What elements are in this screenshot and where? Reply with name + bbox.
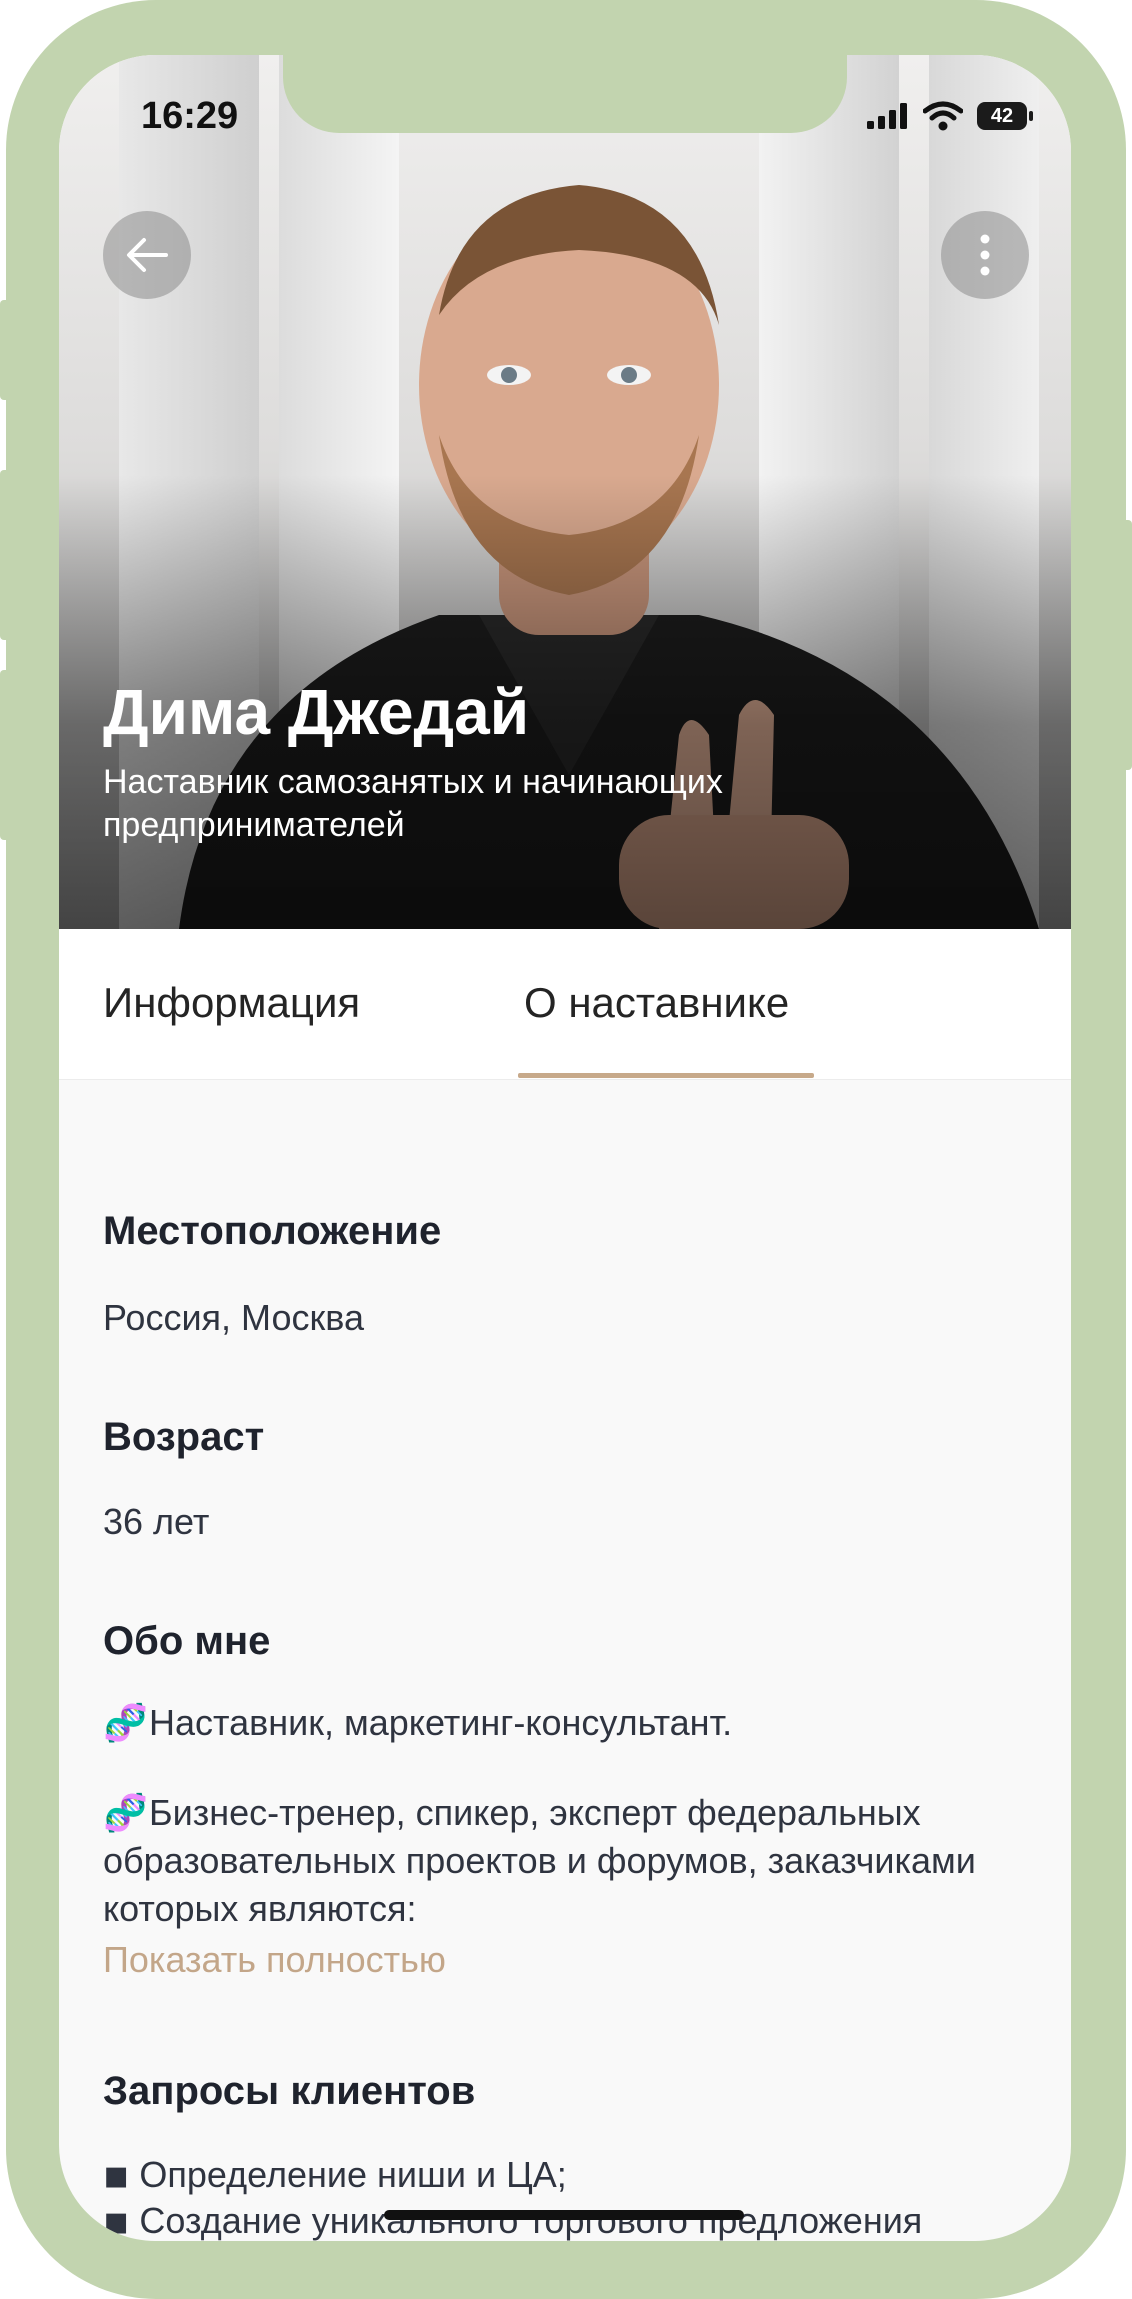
wifi-icon [923, 101, 963, 131]
client-request-item: ◾ Определение ниши и ЦА; [103, 2151, 1043, 2199]
age-title: Возраст [103, 1415, 265, 1459]
client-requests-title: Запросы клиентов [103, 2069, 476, 2113]
client-request-text: Создание уникального торгового предложен… [139, 2200, 923, 2241]
device-side-button [0, 670, 12, 840]
device-side-button [0, 470, 12, 640]
show-more-link[interactable]: Показать полностью [103, 1939, 446, 1981]
bullet-icon: ◾ [103, 2200, 130, 2241]
home-indicator [384, 2210, 744, 2220]
about-paragraph: 🧬Бизнес-тренер, спикер, эксперт федераль… [103, 1789, 1043, 1933]
back-button[interactable] [103, 211, 191, 299]
more-menu-button[interactable] [941, 211, 1029, 299]
battery-icon: 42 [977, 102, 1033, 130]
status-time: 16:29 [141, 95, 239, 137]
notch [283, 55, 847, 133]
location-value: Россия, Москва [103, 1297, 364, 1338]
device-side-button [0, 300, 12, 400]
arrow-left-icon [127, 238, 168, 272]
cellular-signal-icon [867, 103, 907, 129]
age-value: 36 лет [103, 1501, 210, 1542]
profile-name: Дима Джедай [103, 676, 530, 748]
profile-hero: 16:29 42 Дима Джедай Наставник самозанят… [59, 55, 1071, 929]
dna-icon: 🧬 [103, 1792, 148, 1833]
tab-bar: Информация О наставнике [59, 929, 1071, 1080]
about-paragraph-text: Наставник, маркетинг-консультант. [149, 1702, 733, 1743]
more-vertical-icon [980, 234, 990, 276]
status-icons: 42 [867, 101, 1033, 131]
about-paragraph: 🧬Наставник, маркетинг-консультант. [103, 1699, 1043, 1747]
about-title: Обо мне [103, 1619, 271, 1663]
dna-icon: 🧬 [103, 1702, 148, 1743]
tab-information[interactable]: Информация [103, 979, 360, 1027]
about-paragraph-text: Бизнес-тренер, спикер, эксперт федеральн… [103, 1792, 976, 1929]
active-tab-indicator [518, 1073, 814, 1078]
client-request-text: Определение ниши и ЦА; [139, 2154, 567, 2195]
bullet-icon: ◾ [103, 2154, 130, 2195]
device-side-button [1120, 520, 1132, 770]
tab-about-mentor[interactable]: О наставнике [524, 979, 789, 1027]
location-title: Местоположение [103, 1209, 442, 1253]
profile-subtitle: Наставник самозанятых и начинающих предп… [103, 763, 723, 844]
phone-screen: 16:29 42 Дима Джедай Наставник самозанят… [59, 55, 1071, 2241]
